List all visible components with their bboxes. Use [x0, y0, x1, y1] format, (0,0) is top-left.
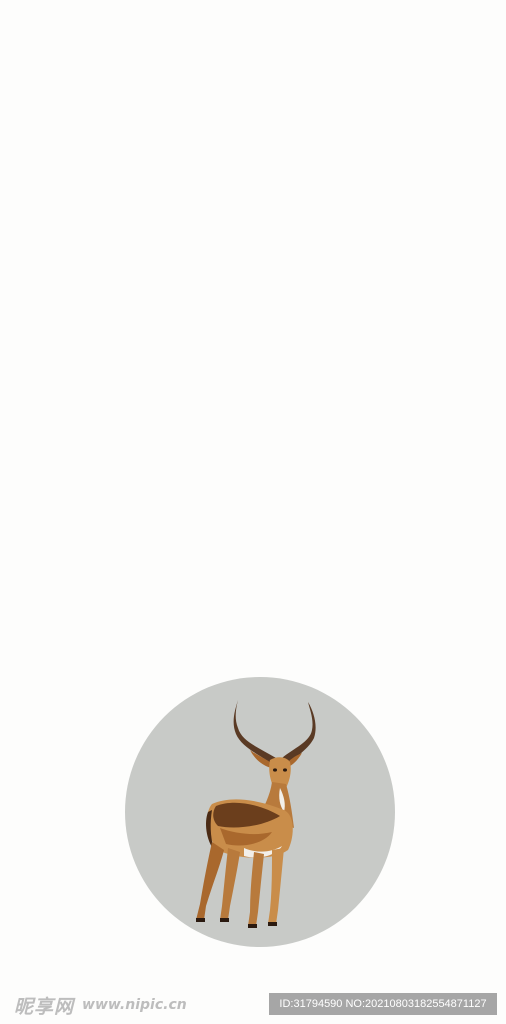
hoof-2 — [220, 918, 229, 922]
hoof-1 — [196, 918, 205, 922]
watermark-logo: 昵享网 www.nipic.cn — [14, 992, 187, 1018]
eye-right — [283, 768, 287, 772]
watermark-site-logo: 昵享网 — [14, 995, 75, 1018]
watermark-site-url: www.nipic.cn — [82, 997, 187, 1013]
hoof-4 — [268, 922, 277, 926]
watermark-id-bar: ID:31794590 NO:20210803182554871127 — [269, 993, 497, 1015]
canvas — [0, 0, 506, 1024]
eye-left — [273, 768, 277, 772]
hoof-3 — [248, 924, 257, 928]
antelope-illustration — [124, 676, 396, 948]
